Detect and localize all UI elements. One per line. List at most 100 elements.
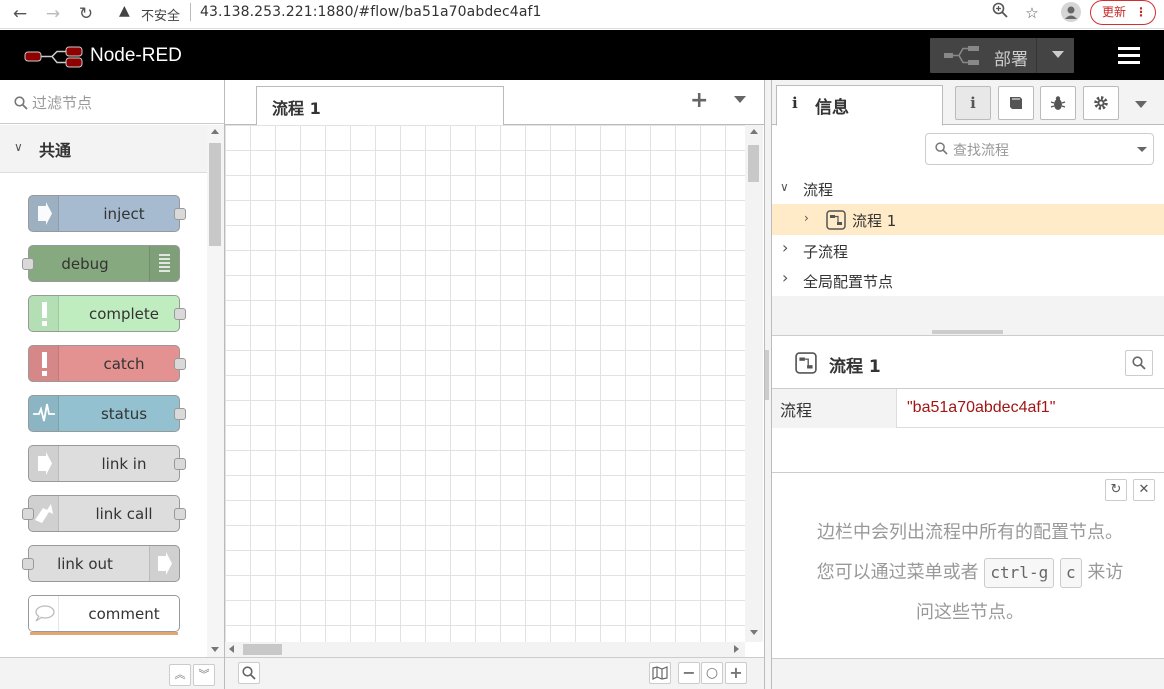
expand-all-icon[interactable]: ︾ [193,664,215,686]
tree-item-global-config[interactable]: › 全局配置节点 [772,265,1164,296]
insecure-label[interactable]: 不安全 [141,5,180,24]
flow-canvas[interactable] [225,125,745,642]
palette-scroll-thumb[interactable] [209,143,221,246]
scroll-up-icon[interactable] [750,129,758,134]
palette-search-placeholder: 过滤节点 [32,94,93,112]
warning-icon[interactable]: ▲ [119,3,130,19]
forward-arrow-icon[interactable]: → [42,3,64,25]
chevron-right-icon: › [804,211,809,225]
palette-node-complete[interactable]: complete [28,295,180,332]
tab-info[interactable] [776,85,943,126]
link-in-icon [29,446,59,481]
output-port[interactable] [174,508,186,520]
node-label: link in [101,455,147,473]
help-line-2: 您可以通过菜单或者 ctrl-g c 来访 [790,553,1150,593]
deploy-dropdown-icon[interactable] [1052,51,1064,58]
back-arrow-icon[interactable]: ← [9,3,31,25]
node-label: link out [57,555,113,573]
config-gear-icon[interactable] [1083,86,1119,120]
deploy-icon [944,44,980,72]
chevron-right-icon: › [782,268,789,287]
palette-node-catch[interactable]: catch [28,345,180,382]
output-port[interactable] [174,358,186,370]
tree-label: 全局配置节点 [803,273,894,291]
scroll-down-icon[interactable] [750,630,758,635]
palette-node-inject[interactable]: inject [28,195,180,232]
link-out-icon [149,546,179,581]
profile-avatar-icon[interactable] [1060,2,1082,24]
node-label: complete [88,305,160,323]
input-port[interactable] [22,258,34,270]
node-label: link call [95,505,153,523]
flow-search-placeholder: 查找流程 [953,143,1009,159]
exclamation-icon [29,296,59,331]
splitter-handle[interactable] [765,350,769,400]
chevron-down-icon: ∨ [780,180,789,194]
node-label: debug [61,255,109,273]
scroll-down-icon[interactable] [211,647,219,652]
scroll-right-icon[interactable] [734,645,739,653]
canvas-horizontal-scrollbar[interactable] [225,642,745,657]
canvas-hscroll-thumb[interactable] [243,644,282,655]
flow-search-button[interactable] [1125,350,1153,376]
tab-list-dropdown-icon[interactable] [734,96,746,103]
palette-node-link-call[interactable]: link call [28,495,180,532]
zoom-in-icon[interactable]: + [725,662,747,684]
tree-item-flow-1[interactable]: › 流程 1 [772,204,1164,235]
update-button[interactable]: 更新 ⋮ [1090,0,1156,25]
shortcut-c: c [1059,558,1082,588]
zoom-reset-icon[interactable]: ○ [701,662,723,684]
property-value[interactable]: "ba51a70abdec4af1" [907,399,1055,417]
close-icon[interactable]: ✕ [1133,479,1155,501]
canvas-vscroll-thumb[interactable] [748,145,759,182]
pulse-icon [29,396,59,431]
arrow-in-icon [29,196,59,231]
pane-resize-handle[interactable] [932,330,1003,334]
zoom-icon[interactable] [989,2,1011,24]
canvas-vertical-scrollbar[interactable] [745,125,763,642]
output-port[interactable] [174,408,186,420]
next-node-peek [30,632,178,635]
flow-icon [795,352,817,378]
refresh-icon[interactable]: ↻ [1105,479,1127,501]
search-icon [1132,356,1146,370]
tree-item-subflows[interactable]: › 子流程 [772,235,1164,266]
reload-icon[interactable]: ↻ [75,3,97,25]
scroll-left-icon[interactable] [229,645,234,653]
search-flows-icon[interactable] [238,662,260,684]
palette-node-debug[interactable]: debug [28,245,180,282]
palette-node-status[interactable]: status [28,395,180,432]
node-label: comment [88,605,160,623]
deploy-label: 部署 [994,50,1028,70]
help-line-2-pre: 您可以通过菜单或者 [816,562,979,583]
help-book-icon[interactable] [998,86,1034,120]
scroll-up-icon[interactable] [211,129,219,134]
help-line-3: 问这些节点。 [916,602,1024,623]
output-port[interactable] [174,308,186,320]
output-port[interactable] [174,458,186,470]
navigator-map-icon[interactable] [649,662,671,684]
palette-node-link-in[interactable]: link in [28,445,180,482]
info-tab-icon[interactable]: i [955,86,991,120]
address-bar[interactable]: 43.138.253.221:1880/#flow/ba51a70abdec4a… [200,4,542,20]
deploy-divider [1036,38,1037,73]
palette-node-link-out[interactable]: link out [28,545,180,582]
add-tab-icon[interactable]: + [690,88,708,113]
debug-bug-icon[interactable] [1040,86,1076,120]
zoom-out-icon[interactable]: − [678,662,700,684]
property-key: 流程 [780,401,813,420]
search-options-dropdown-icon[interactable] [1137,147,1147,152]
sidebar-tabs-dropdown-icon[interactable] [1135,101,1147,108]
output-port[interactable] [174,208,186,220]
bookmark-star-icon[interactable]: ☆ [1021,2,1043,24]
input-port[interactable] [22,508,34,520]
palette-node-comment[interactable]: comment [28,595,180,632]
tree-label: 流程 1 [852,212,897,230]
alert-icon [29,346,59,381]
input-port[interactable] [22,558,34,570]
hamburger-icon [1118,47,1140,64]
palette-category-header[interactable] [0,125,207,173]
tree-item-flows[interactable]: ∨ 流程 [772,173,1164,204]
main-menu-button[interactable] [1110,40,1148,72]
collapse-all-icon[interactable]: ︽ [169,664,191,686]
